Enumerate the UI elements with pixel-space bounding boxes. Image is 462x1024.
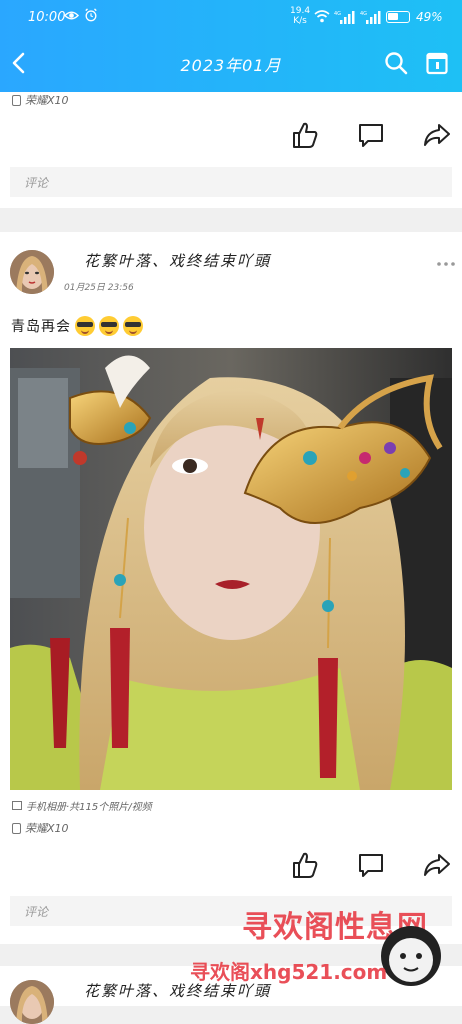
avatar-image [10,980,54,1024]
battery-icon [386,11,410,23]
post-actions [0,120,462,160]
more-options-icon[interactable] [436,261,456,267]
device-name: 荣耀X10 [25,94,69,107]
post-text: 青岛再会 [11,316,143,336]
network-speed-unit: K/s [293,16,307,26]
image-icon [12,801,22,810]
like-icon[interactable] [290,120,320,150]
network-speed-value: 19.4 [290,6,311,16]
comment-icon[interactable] [356,850,386,880]
share-icon[interactable] [422,120,452,150]
sunglasses-emoji-icon [123,316,143,336]
avatar[interactable] [10,250,54,294]
avatar-image [10,250,54,294]
share-icon[interactable] [422,850,452,880]
album-info: 手机相册·共115个照片/视频 [26,802,152,813]
photo-image [10,348,452,790]
network-speed: 19.4 K/s [290,6,310,26]
calendar-icon[interactable] [426,51,448,75]
post-photo[interactable] [10,348,452,790]
alarm-icon [85,8,97,22]
battery-percent: 49% [416,10,443,24]
wifi-icon [314,10,330,23]
like-icon[interactable] [290,850,320,880]
post-time: 01月25日 23:56 [64,283,134,293]
post-actions [0,850,462,890]
avatar[interactable] [10,980,54,1024]
post-card: 花繁叶落、戏终结束吖頭 01月25日 23:56 青岛再会 手机相册·共115个… [0,232,462,944]
post-card-previous: 荣耀X10 评论 [0,92,462,208]
signal-1-label: 4G [334,11,341,17]
watermark-url: 寻欢阁xhg521.com [190,960,388,984]
sunglasses-emoji-icon [99,316,119,336]
comment-icon[interactable] [356,120,386,150]
status-time: 10:00 [28,10,66,25]
eye-icon [64,11,79,20]
nav-bar: 2023年01月 [0,34,462,92]
phone-icon [12,94,21,106]
album-row[interactable]: 手机相册·共115个照片/视频 [12,798,152,813]
device-row: 荣耀X10 [12,820,69,836]
post-text-content: 青岛再会 [11,319,71,335]
device-row: 荣耀X10 [12,92,69,108]
signal-2-label: 4G [360,11,367,17]
comment-input[interactable]: 评论 [10,167,452,197]
username[interactable]: 花繁叶落、戏终结束吖頭 [84,250,271,271]
status-bar: 10:00 19.4 K/s 4G 4G 49% [0,0,462,34]
sunglasses-emoji-icon [75,316,95,336]
signal-2-icon: 4G [360,11,381,24]
phone-icon [12,822,21,834]
search-icon[interactable] [384,51,408,75]
device-name: 荣耀X10 [25,822,69,835]
signal-1-icon: 4G [334,11,355,24]
